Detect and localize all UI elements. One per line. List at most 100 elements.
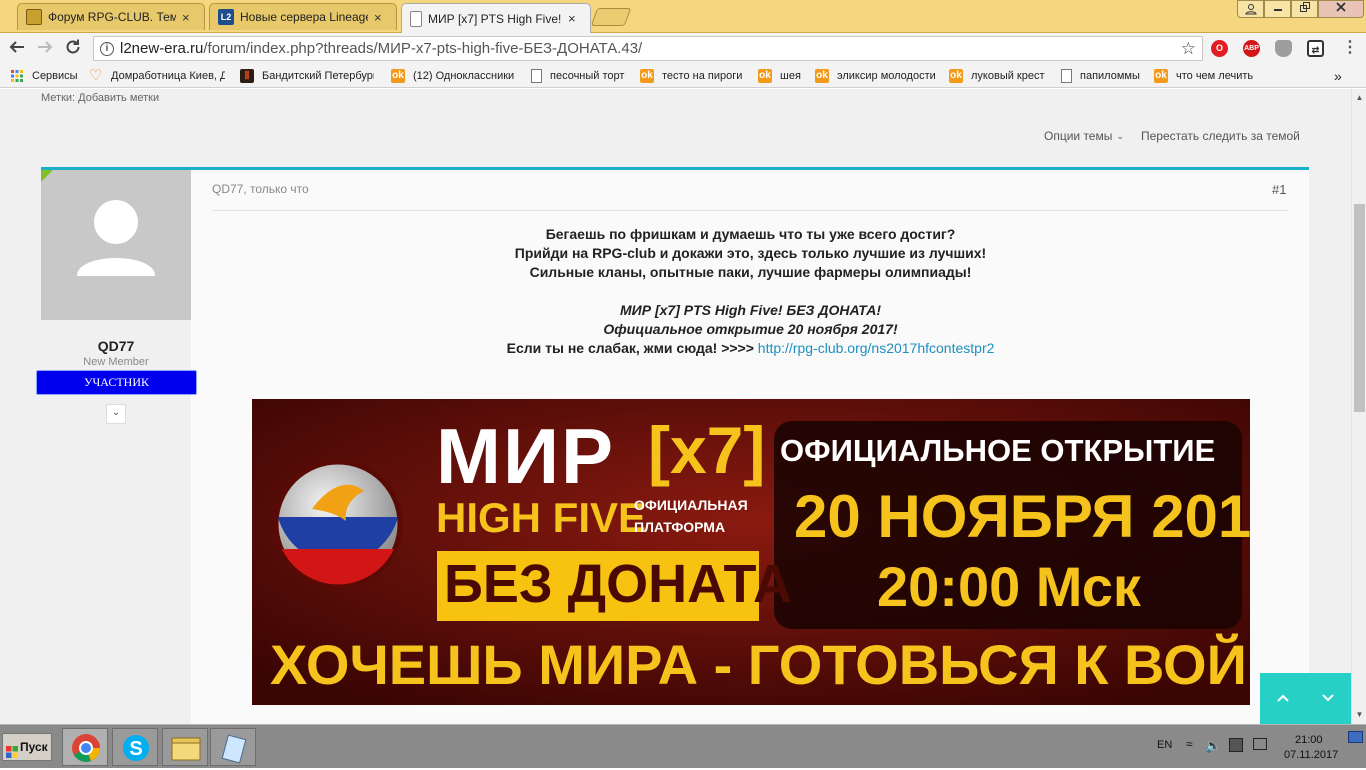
tab-strip: Форум RPG-CLUB. Тема: о × L2 Новые серве… [0,0,1366,33]
banner-no-donate-text: БЕЗ ДОНАТА [444,554,793,614]
extension-sync-icon[interactable]: ⇄ [1307,40,1324,57]
message-line: Сильные кланы, опытные паки, лучшие фарм… [529,264,972,280]
explorer-taskbar-button[interactable] [162,728,208,766]
clock-time[interactable]: 21:00 [1295,734,1323,746]
scroll-up-arrow-icon[interactable]: ▲ [1354,93,1365,102]
windows-logo-icon [6,741,18,758]
forward-arrow-icon[interactable] [35,38,55,58]
odnoklassniki-icon: ok [1154,69,1168,83]
tab-rpg-club[interactable]: Форум RPG-CLUB. Тема: о × [17,3,205,30]
address-host: l2new-era.ru [120,40,204,57]
language-indicator[interactable]: EN [1157,739,1172,751]
volume-icon[interactable]: 🔈 [1205,738,1221,754]
author-name[interactable]: QD77 [41,338,191,354]
shield-icon[interactable] [1275,40,1292,57]
back-arrow-icon[interactable] [7,38,27,58]
message-text: Бегаешь по фришкам и думаешь что ты уже … [212,225,1289,358]
opera-icon[interactable]: O [1211,40,1228,57]
message-line: Официальное открытие 20 ноября 2017! [603,321,898,337]
bookmark-star-icon[interactable]: ☆ [1181,37,1196,60]
monitor-icon[interactable] [1253,738,1267,750]
start-button[interactable]: Пуск [2,733,52,761]
folder-icon [171,737,201,761]
address-path: /forum/index.php?threads/МИР-x7-pts-high… [203,40,643,57]
post-meta[interactable]: QD77, только что [212,182,309,196]
close-tab-icon[interactable]: × [374,10,388,25]
scroll-down-arrow-icon[interactable]: ▼ [1354,710,1365,719]
bookmark-neck[interactable]: ok шея [758,68,801,84]
notepad-icon [221,734,247,764]
scroll-bottom-chevron-icon[interactable] [1315,685,1341,711]
forum-post: QD77 New Member УЧАСТНИК ⌄ QD77, только … [36,167,1309,724]
page-content: Метки: Добавить метки Опции темы ⌄ Перес… [0,89,1351,724]
l2-favicon-icon: L2 [218,9,234,25]
page-favicon-icon [410,10,422,27]
bookmark-dough[interactable]: ok тесто на пироги [640,68,742,84]
apps-grid-icon [11,70,23,82]
bookmark-label: луковый крест [971,70,1045,82]
site-info-icon[interactable]: i [100,42,114,56]
unwatch-thread-link[interactable]: Перестать следить за темой [1141,129,1300,143]
bookmark-elixir[interactable]: ok эликсир молодости [815,68,936,84]
bookmark-housekeeper[interactable]: ♡ Домработница Киев, Д [89,68,225,84]
scroll-top-chevron-icon[interactable] [1270,685,1296,711]
bookmark-label: тесто на пироги [662,70,743,82]
chrome-taskbar-button[interactable] [62,728,108,766]
odnoklassniki-icon: ok [391,69,405,83]
promo-banner[interactable]: МИР [x7] HIGH FIVE ОФИЦИАЛЬНАЯ ПЛАТФОРМА… [252,399,1250,705]
chrome-icon [72,734,100,762]
heart-icon: ♡ [89,67,103,84]
bookmark-apps[interactable]: Сервисы [10,68,78,84]
close-tab-icon[interactable]: × [182,10,196,25]
bookmark-label: шея [780,70,801,82]
bookmark-odnoklassniki[interactable]: ok (12) Одноклассники [391,68,514,84]
bookmark-petersburg[interactable]: Ⅱ Бандитский Петербург [240,68,374,84]
restore-icon[interactable] [1291,0,1318,18]
banner-slogan-text: ХОЧЕШЬ МИРА - ГОТОВЬСЯ К ВОЙНЕ [270,633,1250,696]
bookmark-onion-cross[interactable]: ok луковый крест [949,68,1045,84]
windows-taskbar: Пуск S EN ≈ 🔈 21:00 07.11.2017 [0,724,1366,768]
thread-options-menu[interactable]: Опции темы ⌄ [1044,129,1124,143]
banner-time-text: 20:00 Мск [877,555,1141,618]
banner-platform-text: ОФИЦИАЛЬНАЯ [634,497,748,513]
avatar[interactable] [41,170,191,320]
banner-x7-text: [x7] [648,413,766,487]
post-permalink[interactable]: #1 [1272,182,1286,197]
tags-line[interactable]: Метки: Добавить метки [41,92,159,104]
cta-text: Если ты не слабак, жми сюда! >>>> [506,340,758,356]
network-icon[interactable] [1229,738,1243,752]
user-title: New Member [83,356,149,368]
system-tray: EN ≈ 🔈 21:00 07.11.2017 [1145,725,1366,769]
bookmark-label: песочный торт [550,70,625,82]
message-line: Прийди на RPG-club и докажи это, здесь т… [514,245,987,261]
close-window-icon[interactable] [1318,0,1364,18]
adblock-plus-icon[interactable]: ABP [1243,40,1260,57]
menu-kebab-icon[interactable]: ⋮ [1340,38,1360,58]
bookmark-what-cures[interactable]: ok что чем лечить [1154,68,1253,84]
tray-expand-icon[interactable]: ≈ [1186,737,1193,751]
clock-date[interactable]: 07.11.2017 [1284,749,1338,761]
show-desktop-icon[interactable] [1348,731,1363,743]
default-user-icon [41,170,155,276]
banner-mir-text: МИР [436,412,616,500]
minimize-icon[interactable] [1264,0,1291,18]
user-profile-icon[interactable] [1237,0,1264,18]
notes-taskbar-button[interactable] [210,728,256,766]
more-bookmarks-chevron-icon[interactable]: » [1334,68,1342,84]
page-scrollbar[interactable]: ▲ ▼ [1351,89,1366,724]
tab-current-thread[interactable]: МИР [x7] PTS High Five! Бе × [401,3,591,33]
contest-link[interactable]: http://rpg-club.org/ns2017hfcontestpr2 [758,340,995,356]
tab-title: МИР [x7] PTS High Five! Бе [428,11,562,26]
banner-platform-text: ПЛАТФОРМА [634,519,726,535]
svg-text:S: S [129,738,142,760]
reload-icon[interactable] [63,38,83,58]
tab-lineage-servers[interactable]: L2 Новые сервера Lineage 2 × [209,3,397,30]
bookmark-sand-cake[interactable]: песочный торт [531,68,624,84]
expand-chevron-icon[interactable]: ⌄ [106,404,126,424]
close-tab-icon[interactable]: × [568,11,582,26]
new-tab-button[interactable] [590,8,632,26]
bookmark-papillomas[interactable]: папиломмы [1061,68,1140,84]
skype-taskbar-button[interactable]: S [112,728,158,766]
scrollbar-thumb[interactable] [1354,204,1365,412]
address-bar[interactable]: i l2new-era.ru/forum/index.php?threads/М… [93,36,1203,61]
